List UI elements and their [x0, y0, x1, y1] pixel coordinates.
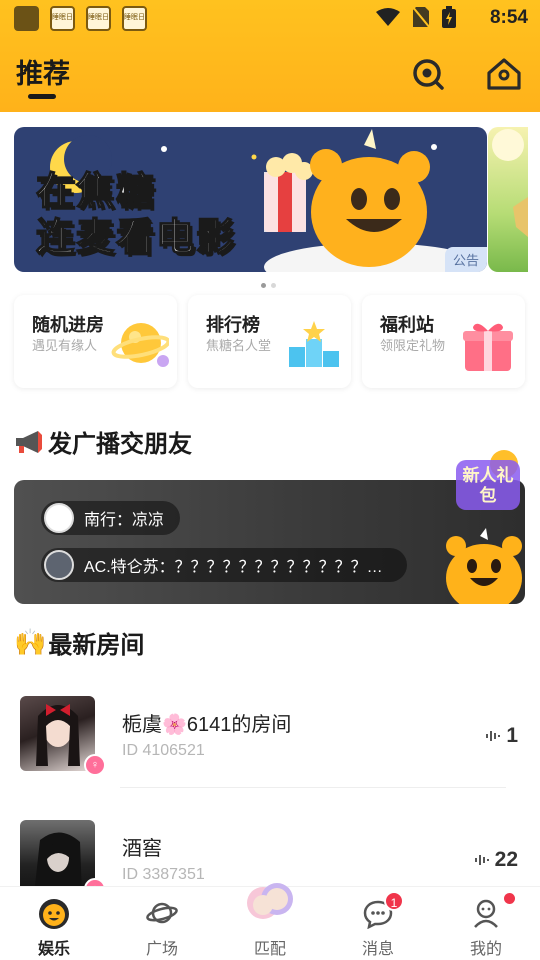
room-count-value: 22: [494, 848, 518, 871]
calendar-icon: 睡眠日: [50, 6, 75, 31]
nav-label: 消息: [361, 941, 394, 958]
calendar-icon: 睡眠日: [86, 6, 111, 31]
app-icon: [14, 6, 39, 31]
banner-artwork: [492, 129, 528, 237]
unread-badge: 1: [384, 891, 404, 911]
broadcast-panel[interactable]: 南行：凉凉 AC.特仑苏：？？？？？？？？？？？？…: [14, 480, 525, 604]
room-name: 酒窖: [122, 838, 162, 860]
audio-bars-icon: [474, 855, 489, 865]
room-cover-image: [34, 832, 82, 895]
battery-icon: [442, 6, 456, 28]
nav-tab-match[interactable]: 匹配: [216, 883, 324, 960]
room-type-badge: ♀: [84, 754, 106, 776]
room-item[interactable]: ♀ 栀虞🌸6141的房间 ID 4106521 1: [0, 678, 540, 788]
banner-headline: 在焦糖 连麦看电影: [35, 170, 237, 260]
room-cover-image: [36, 704, 80, 766]
nav-tab-messages[interactable]: 1 消息: [324, 887, 432, 960]
room-cover: [20, 696, 95, 771]
room-online-count: 22: [474, 848, 518, 872]
carousel-dot: [271, 283, 276, 288]
tab-indicator: [28, 94, 56, 99]
no-sim-icon: [412, 6, 430, 28]
avatar: [44, 550, 74, 580]
random-room-card[interactable]: 随机进房 遇见有缘人: [14, 295, 177, 388]
mascot-icon: [446, 528, 522, 604]
bottom-nav: 娱乐 广场 匹配 1 消息 我的: [0, 883, 540, 960]
avatar: [44, 503, 74, 533]
nav-label: 匹配: [253, 941, 286, 958]
calendar-icon: 睡眠日: [122, 6, 147, 31]
welfare-card[interactable]: 福利站 领限定礼物: [362, 295, 525, 388]
card-subtitle: 遇见有缘人: [32, 338, 98, 353]
broadcast-message[interactable]: AC.特仑苏：？？？？？？？？？？？？…: [41, 548, 407, 582]
audio-bars-icon: [486, 731, 501, 741]
card-title: 福利站: [380, 315, 434, 335]
nav-tab-profile[interactable]: 我的: [432, 887, 540, 960]
room-count-value: 1: [506, 724, 518, 747]
broadcast-message-text: 南行：凉凉: [84, 512, 165, 529]
header-bar: 睡眠日 睡眠日 睡眠日 8:54 推荐: [0, 0, 540, 112]
nav-tab-entertainment[interactable]: 娱乐: [0, 887, 108, 960]
broadcast-section-title: 发广播交朋友: [14, 424, 192, 459]
card-subtitle: 领限定礼物: [380, 338, 446, 353]
nav-tab-square[interactable]: 广场: [108, 887, 216, 960]
section-title-text: 发广播交朋友: [48, 431, 192, 458]
status-bar: 睡眠日 睡眠日 睡眠日 8:54: [0, 0, 540, 36]
raised-hands-icon: 🙌: [14, 627, 47, 657]
card-subtitle: 焦糖名人堂: [206, 338, 272, 353]
leaderboard-card[interactable]: 排行榜 焦糖名人堂: [188, 295, 351, 388]
notification-dot: [504, 893, 515, 904]
carousel-indicator: [261, 283, 276, 288]
banner-next-slide[interactable]: [488, 127, 528, 272]
search-icon[interactable]: [410, 56, 446, 92]
room-online-count: 1: [486, 724, 518, 748]
banner-carousel[interactable]: 在焦糖 连麦看电影 公告: [14, 127, 487, 272]
nav-label: 我的: [469, 941, 502, 958]
rooms-section-title: 🙌 最新房间: [14, 625, 144, 660]
mascot-icon: [39, 899, 69, 929]
divider: [120, 787, 506, 788]
page-title[interactable]: 推荐: [16, 52, 70, 91]
home-icon[interactable]: [486, 56, 522, 92]
room-cover: [20, 820, 95, 895]
nav-label: 娱乐: [37, 941, 70, 958]
gift-badge-label: 新人礼包: [462, 466, 514, 505]
profile-icon: [474, 899, 498, 928]
clock: 8:54: [489, 7, 528, 28]
broadcast-message[interactable]: 南行：凉凉: [41, 501, 181, 535]
card-title: 排行榜: [206, 315, 260, 335]
planet-icon: [146, 902, 178, 924]
room-id: ID 4106521: [122, 742, 205, 759]
room-name: 栀虞🌸6141的房间: [122, 714, 292, 736]
carousel-dot: [261, 283, 266, 288]
nav-label: 广场: [145, 941, 178, 958]
planet-icon: [111, 323, 169, 367]
newcomer-gift-badge[interactable]: 新人礼包: [452, 448, 526, 514]
wifi-icon: [376, 8, 400, 26]
section-title-text: 最新房间: [48, 632, 145, 659]
podium-icon: [289, 321, 339, 367]
gift-icon: [463, 323, 513, 371]
match-avatars-icon: [247, 883, 293, 919]
room-id: ID 3387351: [122, 866, 205, 883]
card-title: 随机进房: [32, 315, 104, 335]
broadcast-message-text: AC.特仑苏：？？？？？？？？？？？？…: [84, 559, 383, 576]
banner-tag: 公告: [444, 247, 487, 272]
megaphone-icon: [16, 430, 42, 453]
